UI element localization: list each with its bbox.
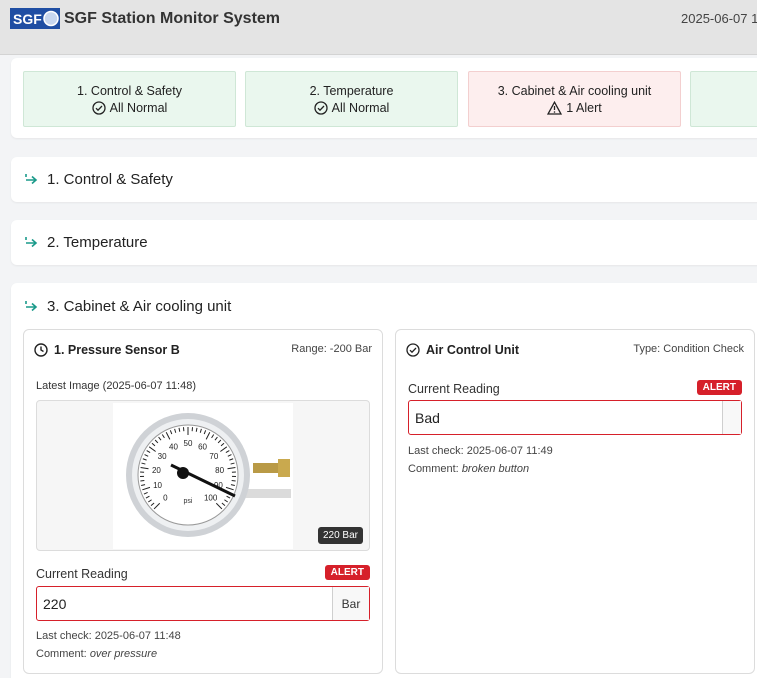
summary-card-temperature[interactable]: 2. Temperature All Normal xyxy=(245,71,458,127)
check-circle-icon xyxy=(92,101,106,115)
check-type: Type: Condition Check xyxy=(633,343,744,355)
clock-icon xyxy=(34,343,48,357)
gauge-tick-label: 0 xyxy=(163,494,168,503)
air-reading-group xyxy=(408,400,742,435)
section-temperature[interactable]: 2. Temperature xyxy=(11,220,757,265)
gauge-unit-label: psi xyxy=(184,498,193,505)
last-check: Last check: 2025-06-07 11:48 xyxy=(36,630,181,642)
pressure-reading-group: Bar xyxy=(36,586,370,621)
sensor-title: Air Control Unit xyxy=(426,343,520,357)
check-circle-icon xyxy=(406,343,420,357)
last-check: Last check: 2025-06-07 11:49 xyxy=(408,445,553,457)
app-title: SGF Station Monitor System xyxy=(64,10,281,27)
comment: Comment: broken button xyxy=(408,463,529,475)
gauge-tick-label: 70 xyxy=(209,452,218,461)
section-title: 3. Cabinet & Air cooling unit xyxy=(47,298,232,315)
reading-label: Current Reading xyxy=(36,567,128,581)
check-circle-icon xyxy=(314,101,328,115)
air-control-card: Air Control Unit Type: Condition Check C… xyxy=(395,329,755,674)
alert-badge: ALERT xyxy=(324,565,370,580)
section-control-safety[interactable]: 1. Control & Safety xyxy=(11,157,757,202)
comment-label: Comment: xyxy=(408,463,459,475)
sensor-title: 1. Pressure Sensor B xyxy=(54,343,180,357)
summary-card-status: All Normal xyxy=(109,101,168,115)
arrow-right-icon xyxy=(25,300,38,311)
summary-card-title: 2. Temperature xyxy=(309,84,394,98)
image-reading-badge: 220 Bar xyxy=(317,527,363,544)
summary-card-status: All Normal xyxy=(331,101,390,115)
current-datetime: 2025-06-07 11:49 xyxy=(681,11,757,26)
gauge-tick-label: 40 xyxy=(169,442,178,451)
pressure-sensor-card: 1. Pressure Sensor B Range: -200 Bar Lat… xyxy=(23,329,383,674)
summary-card-title: 1. Control & Safety xyxy=(77,84,182,98)
comment-text: broken button xyxy=(461,463,530,475)
gauge-tick-label: 50 xyxy=(184,439,193,448)
status-summary: 1. Control & Safety All Normal 2. Temper… xyxy=(11,58,757,138)
sensor-image-frame[interactable]: 0 10 20 30 40 50 60 70 80 90 100 psi 220 Bar xyxy=(36,400,370,551)
image-label: Latest Image (2025-06-07 11:48) xyxy=(36,380,197,392)
gauge-tick-label: 10 xyxy=(153,481,162,490)
summary-card-title: 3. Cabinet & Air cooling unit xyxy=(497,84,652,98)
unit-addon xyxy=(722,401,741,434)
comment: Comment: over pressure xyxy=(36,648,157,660)
gauge-tick-label: 30 xyxy=(158,452,167,461)
gauge-image: 0 10 20 30 40 50 60 70 80 90 100 psi xyxy=(113,403,293,549)
reading-label: Current Reading xyxy=(408,382,500,396)
sensor-range: Range: -200 Bar xyxy=(291,343,372,355)
section-title: 1. Control & Safety xyxy=(47,171,173,188)
gauge-tick-label: 80 xyxy=(215,466,224,475)
unit-label: Bar xyxy=(332,587,369,620)
summary-card-next[interactable] xyxy=(690,71,757,127)
section-cabinet-air: 3. Cabinet & Air cooling unit 1. Pressur… xyxy=(11,283,757,678)
pressure-gauge-illustration: 010203040 50 60708090100 psi xyxy=(126,413,291,537)
pressure-reading-input[interactable] xyxy=(37,587,332,620)
summary-card-control-safety[interactable]: 1. Control & Safety All Normal xyxy=(23,71,236,127)
gauge-tick-label: 60 xyxy=(198,442,207,451)
logo-text: SGF xyxy=(13,11,42,27)
alert-badge: ALERT xyxy=(696,380,742,395)
gauge-tick xyxy=(231,480,236,482)
summary-card-cabinet[interactable]: 3. Cabinet & Air cooling unit 1 Alert xyxy=(468,71,681,127)
summary-card-status: 1 Alert xyxy=(566,101,602,115)
gauge-tick-label: 100 xyxy=(204,494,218,503)
app-header: SGF SGF Station Monitor System 2025-06-0… xyxy=(0,0,757,55)
warning-triangle-icon xyxy=(547,101,563,115)
gauge-tick-label: 20 xyxy=(152,466,161,475)
section-cabinet-header[interactable]: 3. Cabinet & Air cooling unit xyxy=(23,298,231,315)
gauge-tick xyxy=(140,480,145,482)
comment-text: over pressure xyxy=(89,648,158,660)
arrow-right-icon xyxy=(25,173,38,184)
sgf-logo: SGF xyxy=(10,8,60,29)
comment-label: Comment: xyxy=(36,648,87,660)
air-reading-input[interactable] xyxy=(409,401,722,434)
section-title: 2. Temperature xyxy=(47,234,148,251)
arrow-right-icon xyxy=(25,236,38,247)
